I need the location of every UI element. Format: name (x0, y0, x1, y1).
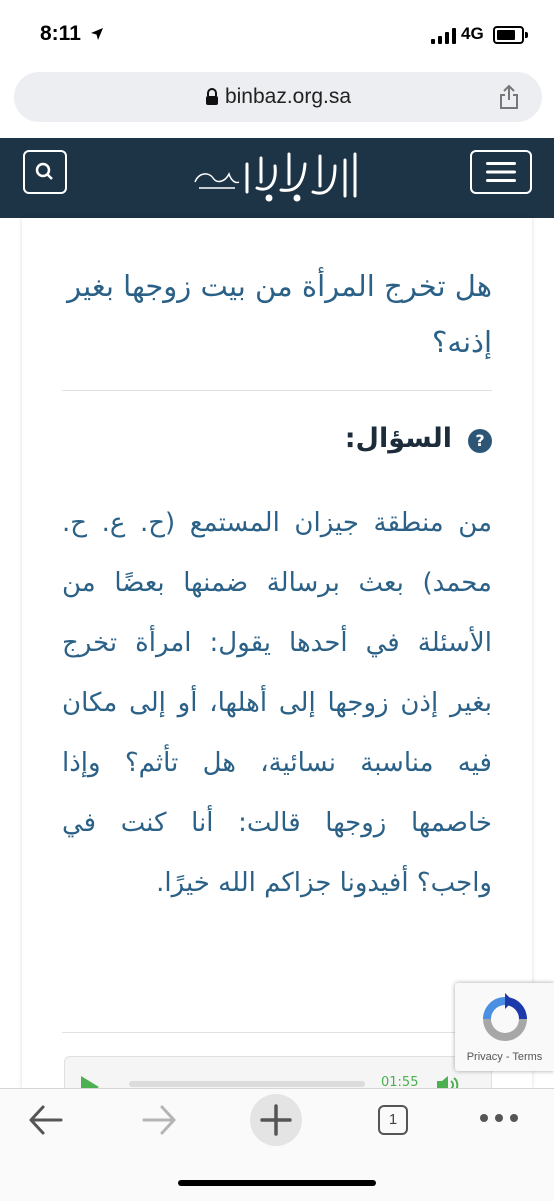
divider (62, 1032, 492, 1033)
hamburger-icon (486, 162, 516, 182)
signal-icon (431, 28, 456, 44)
browser-toolbar: 1 (0, 1088, 554, 1201)
more-menu-icon[interactable] (478, 1111, 520, 1125)
terms-link[interactable]: Terms (512, 1051, 542, 1063)
audio-progress[interactable] (129, 1081, 365, 1087)
site-logo[interactable] (185, 146, 365, 206)
network-type: 4G (461, 24, 484, 43)
share-icon[interactable] (498, 84, 520, 110)
home-indicator (178, 1180, 376, 1186)
tab-switcher-button[interactable]: 1 (378, 1105, 408, 1135)
plus-icon (260, 1104, 292, 1136)
privacy-link[interactable]: Privacy (467, 1051, 503, 1063)
question-icon: ? (468, 429, 492, 453)
recaptcha-badge[interactable]: Privacy - Terms (455, 983, 554, 1071)
menu-button[interactable] (470, 150, 532, 194)
search-icon (35, 162, 53, 180)
site-header (0, 138, 554, 218)
lock-icon (205, 88, 218, 106)
status-bar: 8:11 4G (0, 0, 554, 68)
new-tab-button[interactable] (250, 1094, 302, 1146)
location-arrow-icon (91, 28, 103, 40)
address-bar[interactable]: binbaz.org.sa (14, 72, 542, 122)
recaptcha-separator: - (502, 1051, 513, 1063)
question-label: السؤال: (344, 423, 452, 454)
forward-arrow-icon[interactable] (140, 1103, 178, 1137)
page-title: هل تخرج المرأة من بيت زوجها بغير إذنه؟ (67, 269, 492, 359)
fatwa-card: هل تخرج المرأة من بيت زوجها بغير إذنه؟ ?… (22, 218, 532, 1118)
back-arrow-icon[interactable] (27, 1103, 65, 1137)
question-text: من منطقة جيزان المستمع (ح. ع. ح. محمد) ب… (62, 508, 492, 898)
url-text: binbaz.org.sa (224, 85, 352, 108)
recaptcha-icon (483, 993, 527, 1041)
status-time: 8:11 (40, 22, 81, 45)
battery-icon (493, 26, 528, 44)
divider (62, 390, 492, 391)
search-button[interactable] (23, 150, 67, 194)
